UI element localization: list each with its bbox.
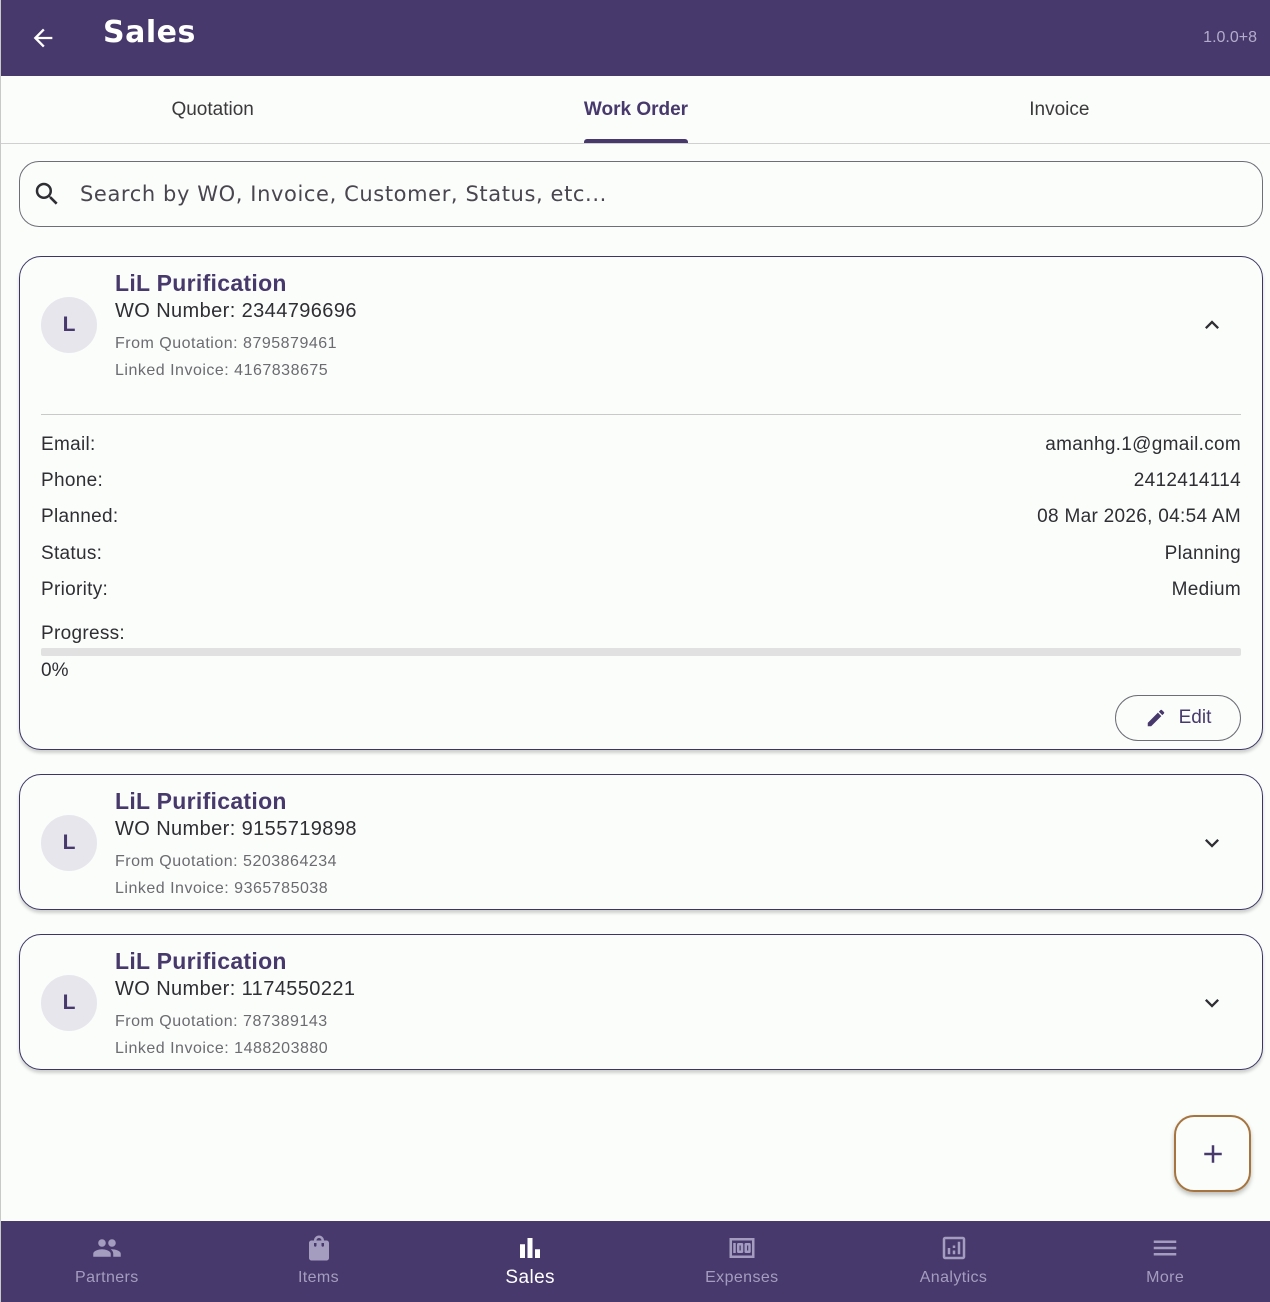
- people-icon: [90, 1233, 124, 1263]
- detail-progress: Progress:: [41, 623, 1241, 645]
- nav-label: More: [1146, 1269, 1185, 1286]
- edit-label: Edit: [1178, 707, 1212, 728]
- detail-priority: Priority: Medium: [41, 579, 1241, 601]
- wo-number: WO Number: 2344796696: [115, 300, 357, 322]
- work-order-card[interactable]: L LiL Purification WO Number: 2344796696…: [19, 256, 1263, 750]
- page-title: Sales: [103, 15, 196, 50]
- pencil-icon: [1147, 709, 1164, 727]
- detail-email: Email: amanhg.1@gmail.com: [41, 434, 1241, 456]
- nav-label: Expenses: [705, 1269, 779, 1286]
- detail-status: Status: Planning: [41, 543, 1241, 565]
- divider: [41, 414, 1241, 415]
- plus-icon: [1203, 1144, 1222, 1163]
- avatar: L: [41, 815, 97, 871]
- progress-label: Progress:: [41, 623, 126, 644]
- avatar: L: [41, 297, 97, 353]
- progress-bar: [41, 648, 1241, 656]
- from-quotation: From Quotation: 5203864234: [115, 853, 338, 870]
- nav-analytics[interactable]: Analytics: [848, 1221, 1060, 1302]
- search-bar: [19, 161, 1263, 227]
- nav-items[interactable]: Items: [213, 1221, 425, 1302]
- search-icon: [32, 179, 62, 209]
- priority-label: Priority:: [41, 579, 109, 600]
- nav-sales[interactable]: Sales: [424, 1221, 636, 1302]
- tab-label: Invoice: [1029, 98, 1090, 120]
- nav-label: Analytics: [919, 1269, 988, 1286]
- bar-chart-icon: [513, 1233, 547, 1263]
- status-value: Planning: [1164, 543, 1241, 564]
- menu-icon: [1148, 1233, 1182, 1263]
- tab-bar: Quotation Work Order Invoice: [1, 76, 1270, 144]
- from-quotation: From Quotation: 8795879461: [115, 335, 338, 352]
- add-work-order-button[interactable]: [1174, 1115, 1251, 1192]
- money-icon: [725, 1233, 759, 1263]
- work-order-card[interactable]: L LiL Purification WO Number: 1174550221…: [19, 934, 1263, 1070]
- email-value: amanhg.1@gmail.com: [1045, 434, 1241, 455]
- chevron-down-icon: [1205, 839, 1219, 848]
- customer-name: LiL Purification: [115, 270, 287, 296]
- linked-invoice: Linked Invoice: 4167838675: [115, 362, 329, 379]
- from-quotation: From Quotation: 787389143: [115, 1013, 328, 1030]
- chevron-down-icon: [1205, 999, 1219, 1008]
- planned-label: Planned:: [41, 506, 119, 527]
- edit-button[interactable]: Edit: [1115, 695, 1241, 741]
- customer-name: LiL Purification: [115, 788, 287, 814]
- nav-label: Partners: [75, 1269, 139, 1286]
- avatar: L: [41, 975, 97, 1031]
- nav-more[interactable]: More: [1059, 1221, 1270, 1302]
- nav-expenses[interactable]: Expenses: [636, 1221, 848, 1302]
- expand-button[interactable]: [1198, 829, 1226, 857]
- tab-label: Quotation: [171, 98, 254, 120]
- phone-value: 2412414114: [1133, 470, 1241, 491]
- tab-label: Work Order: [583, 98, 689, 143]
- app-bar: Sales 1.0.0+8: [1, 0, 1270, 76]
- email-label: Email:: [41, 434, 96, 455]
- linked-invoice: Linked Invoice: 1488203880: [115, 1040, 329, 1057]
- collapse-button[interactable]: [1198, 311, 1226, 339]
- progress-percent: 0%: [41, 660, 69, 681]
- nav-label: Sales: [505, 1267, 555, 1288]
- tab-work-order[interactable]: Work Order: [424, 76, 847, 143]
- nav-partners[interactable]: Partners: [1, 1221, 213, 1302]
- chevron-up-icon: [1205, 320, 1219, 329]
- detail-planned: Planned: 08 Mar 2026, 04:54 AM: [41, 506, 1241, 528]
- linked-invoice: Linked Invoice: 9365785038: [115, 880, 329, 897]
- tab-quotation[interactable]: Quotation: [1, 76, 424, 143]
- priority-value: Medium: [1171, 579, 1241, 600]
- status-label: Status:: [41, 543, 103, 564]
- phone-label: Phone:: [41, 470, 104, 491]
- detail-phone: Phone: 2412414114: [41, 470, 1241, 492]
- work-order-card[interactable]: L LiL Purification WO Number: 9155719898…: [19, 774, 1263, 910]
- wo-number: WO Number: 9155719898: [115, 818, 357, 840]
- arrow-back-icon: [33, 28, 53, 48]
- analytics-icon: [937, 1233, 971, 1263]
- back-button[interactable]: [23, 18, 63, 58]
- nav-label: Items: [297, 1269, 340, 1286]
- bottom-navigation: Partners Items Sales Expenses Analytics …: [1, 1221, 1270, 1302]
- planned-value: 08 Mar 2026, 04:54 AM: [1037, 506, 1241, 527]
- tab-invoice[interactable]: Invoice: [848, 76, 1270, 143]
- shopping-bag-icon: [302, 1233, 336, 1263]
- wo-number: WO Number: 1174550221: [115, 978, 356, 1000]
- app-version: 1.0.0+8: [1203, 29, 1257, 46]
- search-input[interactable]: [80, 182, 1180, 206]
- expand-button[interactable]: [1198, 989, 1226, 1017]
- customer-name: LiL Purification: [115, 948, 287, 974]
